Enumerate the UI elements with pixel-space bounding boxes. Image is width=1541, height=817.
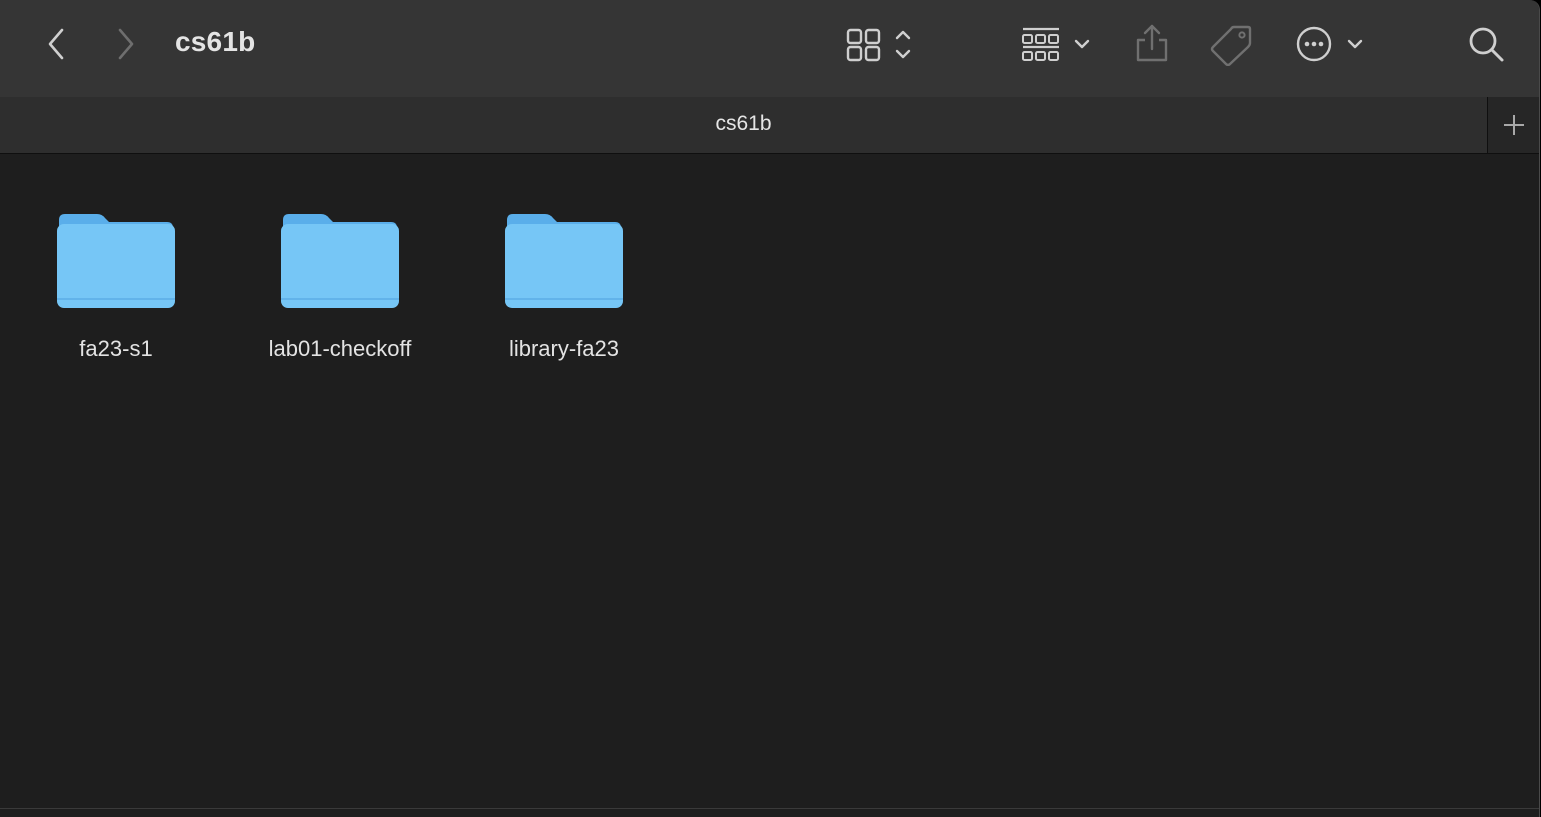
chevron-right-icon [118,28,134,60]
file-browser-content: fa23-s1 lab01-checkoff library-fa23 [0,154,1539,808]
folder-item[interactable]: lab01-checkoff [240,206,440,362]
folder-name: fa23-s1 [79,336,153,361]
finder-window: cs61b cs61b fa23-s1 lab01-checkoff libra… [0,0,1540,817]
group-by-icon [1022,27,1090,61]
toolbar: cs61b [0,0,1539,89]
toolbar-gap [0,89,1539,97]
folder-name: lab01-checkoff [268,336,412,361]
folder-name: library-fa23 [508,336,620,361]
folder-icon [281,214,399,308]
ellipsis-circle-icon [1296,26,1363,62]
chevron-left-icon [48,28,64,60]
status-bar-divider [0,808,1539,809]
group-by-button[interactable] [1016,24,1098,66]
icon-grid-view-icon [846,28,911,62]
view-mode-button[interactable] [840,24,922,66]
more-actions-button[interactable] [1292,22,1374,66]
tag-button[interactable] [1208,22,1254,66]
share-button[interactable] [1130,22,1174,66]
tab-cs61b[interactable]: cs61b [0,112,1487,136]
tag-icon [1210,25,1252,66]
folder-item[interactable]: library-fa23 [464,206,664,362]
folder-icon [505,214,623,308]
search-icon [1469,27,1504,62]
tab-bar: cs61b [0,97,1539,154]
plus-icon [1504,115,1524,135]
back-button[interactable] [38,24,74,64]
share-icon [1136,24,1168,62]
folder-icon [57,214,175,308]
search-button[interactable] [1464,22,1508,66]
folder-item[interactable]: fa23-s1 [16,206,216,362]
window-title: cs61b [175,26,256,57]
new-tab-button[interactable] [1487,97,1539,153]
forward-button[interactable] [108,24,144,64]
